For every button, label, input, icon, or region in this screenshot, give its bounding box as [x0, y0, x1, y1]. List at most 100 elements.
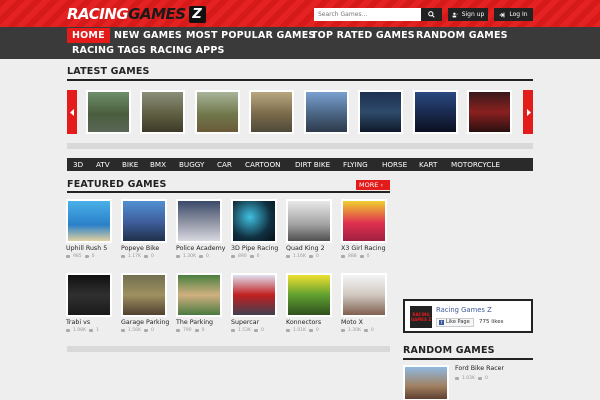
game-title[interactable]: Supercar: [231, 319, 277, 326]
game-title[interactable]: Uphill Rush 5: [66, 245, 112, 252]
latest-games-scrollbar[interactable]: [67, 143, 533, 149]
game-thumbnail[interactable]: [121, 199, 167, 243]
like-count: 0: [260, 328, 264, 333]
logo-text-racing: RACING: [67, 5, 129, 23]
game-title[interactable]: Garage Parking: [121, 319, 169, 326]
game-title[interactable]: Police Academy: [176, 245, 226, 252]
game-thumbnail[interactable]: [176, 273, 222, 317]
nav-home[interactable]: HOME: [67, 28, 110, 43]
play-count: 1.53K: [238, 328, 251, 333]
game-title[interactable]: The Parking: [176, 319, 222, 326]
login-label: Log In: [509, 11, 528, 18]
featured-games-divider: [67, 191, 390, 193]
latest-game-thumb-8[interactable]: [467, 90, 512, 134]
gamepad-icon: [286, 329, 290, 332]
nav-top-rated-games[interactable]: TOP RATED GAMES: [306, 28, 420, 43]
game-card[interactable]: Uphill Rush 5 985 0: [66, 199, 112, 259]
heart-icon: [308, 255, 313, 258]
tag-cartoon[interactable]: CARTOON: [245, 158, 281, 171]
logo-z-badge: Z: [188, 5, 206, 23]
nav-most-popular-games[interactable]: MOST POPULAR GAMES: [181, 28, 320, 43]
game-thumbnail[interactable]: [341, 273, 387, 317]
like-page-label: Like Page: [446, 319, 470, 325]
search-input[interactable]: [314, 8, 421, 21]
tag-3d[interactable]: 3D: [73, 158, 83, 171]
game-card[interactable]: Popeye Bike 1.17K 0: [121, 199, 167, 259]
game-title[interactable]: Popeye Bike: [121, 245, 167, 252]
tag-flying[interactable]: FLYING: [343, 158, 368, 171]
latest-game-thumb-7[interactable]: [413, 90, 458, 134]
top-header: RACINGGAMES Z Sign up Log In: [0, 0, 600, 27]
latest-game-thumb-4[interactable]: [249, 90, 294, 134]
site-logo[interactable]: RACINGGAMES Z: [67, 3, 206, 25]
game-title[interactable]: Trabi vs: [66, 319, 112, 326]
game-card[interactable]: Garage Parking 1.56K 0: [121, 273, 169, 333]
random-game-thumbnail[interactable]: [403, 365, 449, 400]
game-card[interactable]: X3 Girl Racing 888 0: [341, 199, 387, 259]
game-thumbnail[interactable]: [231, 199, 277, 243]
heart-icon: [359, 255, 364, 258]
game-card[interactable]: Police Academy 1.30K 0: [176, 199, 226, 259]
tag-atv[interactable]: ATV: [96, 158, 110, 171]
facebook-page-logo[interactable]: RACING GAMES Z: [410, 306, 432, 328]
latest-game-thumb-6[interactable]: [358, 90, 403, 134]
tag-motorcycle[interactable]: MOTORCYCLE: [451, 158, 500, 171]
carousel-prev-button[interactable]: [67, 90, 77, 134]
like-count: 0: [315, 328, 319, 333]
game-card[interactable]: 3D Pipe Racing 890 0: [231, 199, 278, 259]
game-thumbnail[interactable]: [66, 273, 112, 317]
latest-game-thumb-1[interactable]: [86, 90, 131, 134]
game-thumbnail[interactable]: [341, 199, 387, 243]
login-button[interactable]: Log In: [494, 8, 533, 21]
latest-game-thumb-5[interactable]: [304, 90, 349, 134]
facebook-like-button[interactable]: f Like Page: [436, 318, 474, 327]
nav-racing-apps[interactable]: RACING APPS: [145, 43, 230, 58]
gamepad-icon: [121, 329, 125, 332]
tag-car[interactable]: CAR: [217, 158, 232, 171]
tag-kart[interactable]: KART: [419, 158, 437, 171]
game-thumbnail[interactable]: [176, 199, 222, 243]
game-thumbnail[interactable]: [286, 273, 332, 317]
like-count: 0: [91, 254, 95, 259]
gamepad-icon: [231, 329, 235, 332]
latest-game-thumb-3[interactable]: [195, 90, 240, 134]
featured-more-button[interactable]: MORE ›: [356, 180, 390, 190]
latest-game-thumb-2[interactable]: [140, 90, 185, 134]
signup-button[interactable]: Sign up: [448, 8, 488, 21]
nav-racing-tags[interactable]: RACING TAGS: [67, 43, 151, 58]
game-thumbnail[interactable]: [286, 199, 332, 243]
random-game-title[interactable]: Ford Bike Racer: [455, 365, 504, 372]
game-title[interactable]: 3D Pipe Racing: [231, 245, 278, 252]
tag-bike[interactable]: BIKE: [122, 158, 138, 171]
nav-random-games[interactable]: RANDOM GAMES: [411, 28, 513, 43]
game-thumbnail[interactable]: [66, 199, 112, 243]
gamepad-icon: [66, 329, 70, 332]
tag-buggy[interactable]: BUGGY: [179, 158, 204, 171]
game-thumbnail[interactable]: [231, 273, 277, 317]
game-title[interactable]: X3 Girl Racing: [341, 245, 387, 252]
gamepad-icon: [176, 255, 180, 258]
game-title[interactable]: Konnectors: [286, 319, 332, 326]
facebook-page-name[interactable]: Racing Games Z: [436, 306, 492, 314]
heart-icon: [363, 329, 368, 332]
game-title[interactable]: Quad King 2: [286, 245, 332, 252]
search-button[interactable]: [421, 8, 442, 21]
gamepad-icon: [341, 255, 345, 258]
game-title[interactable]: Moto X: [341, 319, 387, 326]
play-count: 1.08K: [73, 328, 86, 333]
game-card[interactable]: Moto X 1.30K 0: [341, 273, 387, 333]
game-card[interactable]: Quad King 2 1.16K 0: [286, 199, 332, 259]
game-card[interactable]: Konnectors 1.01K 0: [286, 273, 332, 333]
featured-games-scrollbar[interactable]: [67, 346, 390, 352]
nav-new-games[interactable]: NEW GAMES: [109, 28, 187, 43]
tag-dirt-bike[interactable]: DIRT BIKE: [295, 158, 330, 171]
game-card[interactable]: The Parking 790 0: [176, 273, 222, 333]
gamepad-icon: [121, 255, 125, 258]
tag-horse[interactable]: HORSE: [382, 158, 407, 171]
game-thumbnail[interactable]: [121, 273, 167, 317]
tag-bmx[interactable]: BMX: [150, 158, 166, 171]
play-count: 890: [238, 254, 247, 259]
game-card[interactable]: Trabi vs 1.08K 1: [66, 273, 112, 333]
carousel-next-button[interactable]: [523, 90, 533, 134]
game-card[interactable]: Supercar 1.53K 0: [231, 273, 277, 333]
